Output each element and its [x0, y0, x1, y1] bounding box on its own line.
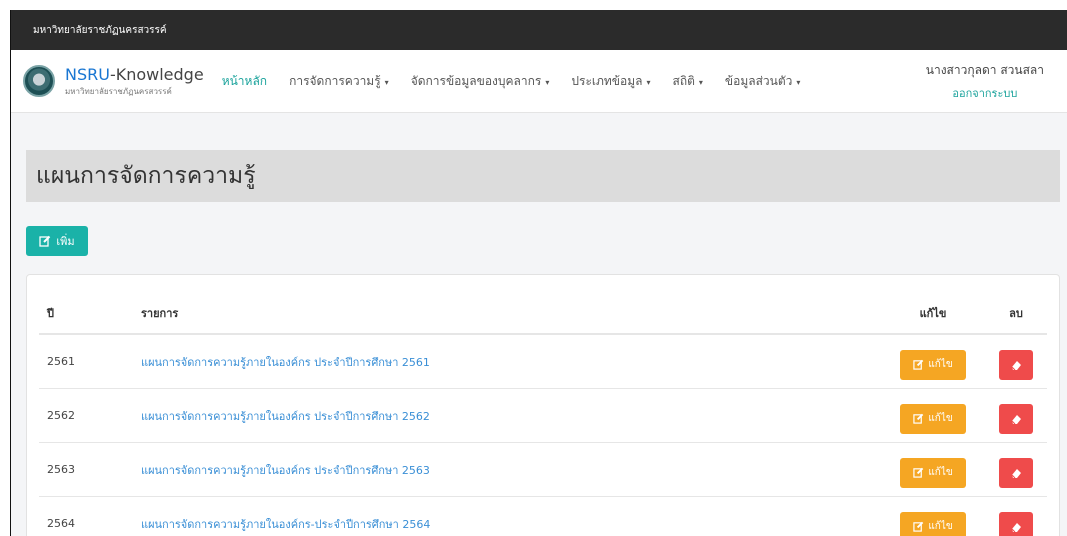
row-year: 2564	[39, 496, 140, 536]
brand-nsru: NSRU	[65, 64, 110, 84]
row-year: 2561	[39, 334, 140, 389]
nav-item-label: การจัดการความรู้	[289, 73, 381, 88]
user-name: นางสาวกุลดา สวนสลา	[925, 62, 1044, 77]
brand-title: NSRU-Knowledge	[65, 65, 204, 84]
edit-button-label: แก้ไข	[928, 413, 953, 424]
table-row: 2564 แผนการจัดการความรู้ภายในองค์กร-ประจ…	[39, 496, 1047, 536]
plan-link[interactable]: แผนการจัดการความรู้ภายในองค์กร ประจำปีกา…	[141, 410, 430, 423]
edit-button[interactable]: แก้ไข	[900, 403, 966, 434]
page-title: แผนการจัดการความรู้	[36, 163, 256, 189]
column-header-edit: แก้ไข	[881, 293, 985, 335]
row-delete-cell	[985, 496, 1047, 536]
row-title-cell: แผนการจัดการความรู้ภายในองค์กร ประจำปีกา…	[140, 442, 881, 497]
nav-item-label: หน้าหลัก	[221, 73, 268, 88]
table-row: 2561 แผนการจัดการความรู้ภายในองค์กร ประจ…	[39, 334, 1047, 389]
plans-table: ปี รายการ แก้ไข ลบ 2561 แผนการจัดการความ…	[39, 293, 1047, 536]
nav-item-personnel-data[interactable]: จัดการข้อมูลของบุคลากร ▾	[411, 72, 550, 91]
row-edit-cell: แก้ไข	[881, 388, 985, 443]
chevron-down-icon: ▾	[384, 77, 389, 87]
page-header: แผนการจัดการความรู้	[26, 150, 1060, 202]
row-delete-cell	[985, 334, 1047, 389]
navbar: NSRU-Knowledge มหาวิทยาลัยราชภัฏนครสวรรค…	[11, 50, 1067, 113]
delete-button[interactable]	[999, 349, 1033, 380]
row-edit-cell: แก้ไข	[881, 442, 985, 497]
row-year: 2563	[39, 442, 140, 497]
row-delete-cell	[985, 388, 1047, 443]
brand[interactable]: NSRU-Knowledge มหาวิทยาลัยราชภัฏนครสวรรค…	[65, 65, 204, 98]
chevron-down-icon: ▾	[646, 77, 651, 87]
plan-link[interactable]: แผนการจัดการความรู้ภายในองค์กร-ประจำปีกา…	[141, 518, 430, 531]
edit-button-label: แก้ไข	[928, 359, 953, 370]
top-bar: มหาวิทยาลัยราชภัฏนครสวรรค์	[11, 10, 1067, 50]
nav-item-label: สถิติ	[672, 73, 695, 88]
row-title-cell: แผนการจัดการความรู้ภายในองค์กร-ประจำปีกา…	[140, 496, 881, 536]
university-name: มหาวิทยาลัยราชภัฏนครสวรรค์	[33, 24, 167, 36]
edit-button[interactable]: แก้ไข	[900, 349, 966, 380]
nav-item-label: จัดการข้อมูลของบุคลากร	[410, 73, 542, 88]
plan-link[interactable]: แผนการจัดการความรู้ภายในองค์กร ประจำปีกา…	[141, 464, 430, 477]
plan-link[interactable]: แผนการจัดการความรู้ภายในองค์กร ประจำปีกา…	[141, 356, 430, 369]
chevron-down-icon: ▾	[545, 77, 550, 87]
university-seal-icon[interactable]	[23, 65, 55, 97]
row-delete-cell	[985, 442, 1047, 497]
nav-item-knowledge-management[interactable]: การจัดการความรู้ ▾	[289, 72, 389, 91]
edit-icon	[39, 235, 51, 247]
edit-button[interactable]: แก้ไข	[900, 457, 966, 488]
row-title-cell: แผนการจัดการความรู้ภายในองค์กร ประจำปีกา…	[140, 388, 881, 443]
row-year: 2562	[39, 388, 140, 443]
edit-button-label: แก้ไข	[928, 521, 953, 532]
delete-button[interactable]	[999, 457, 1033, 488]
delete-button[interactable]	[999, 403, 1033, 434]
eraser-icon	[1010, 413, 1022, 425]
edit-button[interactable]: แก้ไข	[900, 511, 966, 536]
brand-subtitle: มหาวิทยาลัยราชภัฏนครสวรรค์	[65, 86, 172, 96]
edit-button-label: แก้ไข	[928, 467, 953, 478]
nav-item-label: ประเภทข้อมูล	[571, 73, 643, 88]
column-header-year: ปี	[39, 293, 140, 335]
nav-item-profile[interactable]: ข้อมูลส่วนตัว ▾	[725, 72, 801, 91]
chevron-down-icon: ▾	[796, 77, 801, 87]
delete-button[interactable]	[999, 511, 1033, 536]
app-window: มหาวิทยาลัยราชภัฏนครสวรรค์ NSRU-Knowledg…	[10, 10, 1067, 536]
nav-item-data-types[interactable]: ประเภทข้อมูล ▾	[571, 72, 650, 91]
user-menu: นางสาวกุลดา สวนสลา ออกจากระบบ	[926, 61, 1044, 102]
column-header-delete: ลบ	[985, 293, 1047, 335]
edit-icon	[913, 413, 924, 424]
edit-icon	[913, 521, 924, 532]
edit-icon	[913, 467, 924, 478]
edit-icon	[913, 359, 924, 370]
table-row: 2563 แผนการจัดการความรู้ภายในองค์กร ประจ…	[39, 442, 1047, 497]
nav-item-statistics[interactable]: สถิติ ▾	[673, 72, 703, 91]
row-edit-cell: แก้ไข	[881, 334, 985, 389]
eraser-icon	[1010, 467, 1022, 479]
table-row: 2562 แผนการจัดการความรู้ภายในองค์กร ประจ…	[39, 388, 1047, 443]
eraser-icon	[1010, 521, 1022, 533]
nav-item-label: ข้อมูลส่วนตัว	[724, 73, 793, 88]
eraser-icon	[1010, 359, 1022, 371]
chevron-down-icon: ▾	[698, 77, 703, 87]
table-header-row: ปี รายการ แก้ไข ลบ	[39, 293, 1047, 335]
logout-link[interactable]: ออกจากระบบ	[952, 84, 1017, 102]
nav-item-home[interactable]: หน้าหลัก	[222, 72, 267, 91]
row-title-cell: แผนการจัดการความรู้ภายในองค์กร ประจำปีกา…	[140, 334, 881, 389]
add-button-label: เพิ่ม	[56, 235, 75, 248]
add-button[interactable]: เพิ่ม	[26, 226, 88, 256]
brand-knowledge: -Knowledge	[109, 64, 204, 84]
plans-panel: ปี รายการ แก้ไข ลบ 2561 แผนการจัดการความ…	[26, 274, 1060, 536]
column-header-item: รายการ	[140, 293, 881, 335]
row-edit-cell: แก้ไข	[881, 496, 985, 536]
